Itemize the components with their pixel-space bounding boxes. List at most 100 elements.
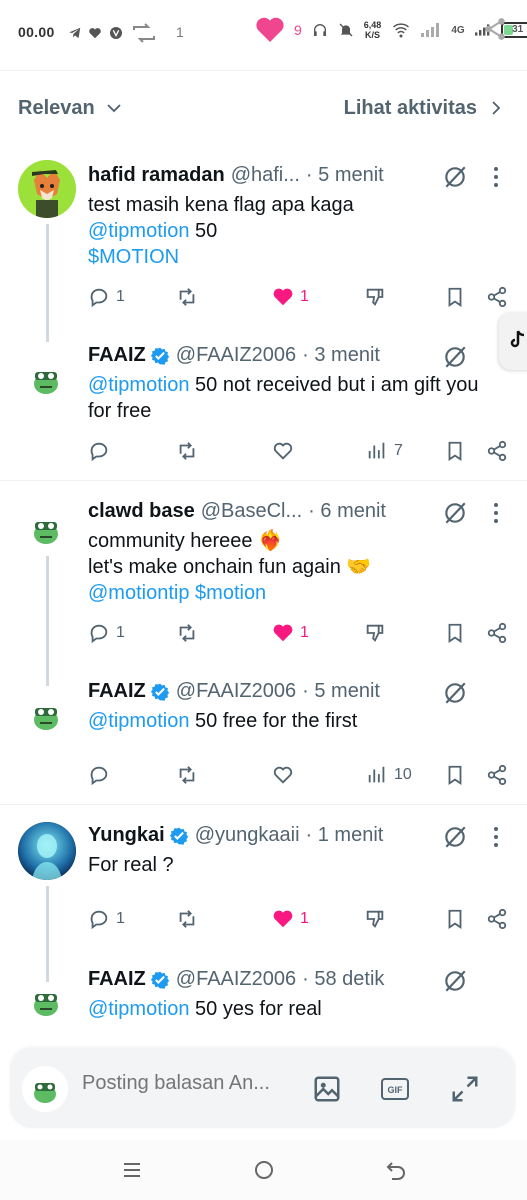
downvote-button[interactable]	[364, 286, 386, 308]
view-activity-link[interactable]: Lihat aktivitas	[344, 97, 505, 120]
avatar[interactable]	[18, 160, 76, 218]
author-name[interactable]: FAAIZ	[88, 968, 146, 991]
tweet-parent[interactable]: Yungkai @yungkaaii · 1 menit For real ? …	[0, 808, 527, 982]
repost-button[interactable]	[176, 440, 198, 462]
like-button[interactable]	[272, 440, 294, 462]
reply-icon	[90, 442, 108, 462]
sort-bar: Relevan Lihat aktivitas	[18, 88, 505, 128]
tweet-parent[interactable]: hafid ramadan @hafi... · 5 menit test ma…	[0, 148, 527, 342]
tweet-reply[interactable]: FAAIZ @FAAIZ2006 · 58 detik @tipmotion 5…	[0, 950, 527, 1040]
tiktok-floating-button[interactable]	[499, 312, 527, 370]
image-icon[interactable]	[312, 1074, 342, 1104]
pepe-avatar-icon[interactable]	[26, 980, 66, 1020]
analytics-icon	[368, 766, 385, 783]
views-button[interactable]: 10	[366, 764, 412, 786]
bookmark-button[interactable]	[444, 440, 466, 462]
mention-link[interactable]: @tipmotion	[88, 710, 189, 732]
more-icon[interactable]	[490, 166, 502, 188]
repost-button[interactable]	[176, 286, 198, 308]
tweet-parent[interactable]: clawd base @BaseCl... · 6 menit communit…	[0, 484, 527, 686]
tweet-time[interactable]: · 58 detik	[302, 968, 384, 991]
bookmark-button[interactable]	[444, 764, 466, 786]
reply-count: 1	[116, 288, 125, 305]
pepe-avatar-icon[interactable]	[26, 694, 66, 734]
pepe-avatar-icon[interactable]	[26, 508, 66, 548]
reply-button[interactable]	[88, 440, 110, 462]
reply-composer[interactable]: GIF	[10, 1048, 515, 1128]
tweet-time[interactable]: · 1 menit	[306, 824, 384, 847]
gif-icon[interactable]: GIF	[380, 1074, 410, 1104]
like-button[interactable]	[272, 764, 294, 786]
grok-icon[interactable]	[442, 164, 468, 190]
tweet-reply[interactable]: FAAIZ @FAAIZ2006 · 3 menit @tipmotion 50…	[0, 328, 527, 480]
author-name[interactable]: FAAIZ	[88, 344, 146, 367]
author-handle: @FAAIZ2006	[175, 968, 297, 990]
reply-button[interactable]: 1	[88, 286, 125, 308]
reply-input[interactable]	[82, 1072, 302, 1095]
grok-icon[interactable]	[442, 680, 468, 706]
share-button[interactable]	[486, 440, 508, 462]
share-button[interactable]	[486, 908, 508, 930]
grok-icon[interactable]	[442, 968, 468, 994]
author-name[interactable]: Yungkai	[88, 824, 165, 847]
expand-icon[interactable]	[450, 1074, 480, 1104]
reply-button[interactable]: 1	[88, 908, 125, 930]
bookmark-button[interactable]	[444, 622, 466, 644]
grok-icon[interactable]	[442, 500, 468, 526]
author-handle: @hafi...	[230, 164, 300, 186]
signal-icon	[421, 23, 440, 37]
share-button[interactable]	[486, 764, 508, 786]
tweet-text: @tipmotion 50 free for the first	[88, 710, 358, 732]
bookmark-button[interactable]	[444, 286, 466, 308]
like-button[interactable]: 1	[272, 286, 309, 308]
telegram-icon	[69, 27, 81, 39]
bookmark-button[interactable]	[444, 908, 466, 930]
views-button[interactable]: 7	[366, 440, 403, 462]
reply-button[interactable]	[88, 764, 110, 786]
author-name[interactable]: hafid ramadan	[88, 164, 225, 187]
like-button[interactable]: 1	[272, 908, 309, 930]
grok-icon[interactable]	[442, 344, 468, 370]
mention-link[interactable]: @tipmotion	[88, 220, 189, 242]
recents-icon[interactable]	[120, 1158, 144, 1182]
fox-avatar-icon	[18, 160, 76, 218]
author-name[interactable]: FAAIZ	[88, 680, 146, 703]
tweet-actions: 1 1	[88, 622, 508, 648]
like-button[interactable]: 1	[272, 622, 309, 644]
sort-dropdown[interactable]: Relevan	[18, 97, 123, 120]
grok-icon[interactable]	[442, 824, 468, 850]
more-icon[interactable]	[490, 826, 502, 848]
tweet-reply[interactable]: FAAIZ @FAAIZ2006 · 5 menit @tipmotion 50…	[0, 664, 527, 804]
yungkai-avatar-icon	[18, 822, 76, 880]
tweet-time[interactable]: · 6 menit	[308, 500, 386, 523]
tweet-time[interactable]: · 3 menit	[302, 344, 380, 367]
mention-link[interactable]: @tipmotion	[88, 998, 189, 1020]
cashtag-link[interactable]: $MOTION	[88, 244, 497, 270]
repost-button[interactable]	[176, 764, 198, 786]
verified-badge-icon	[150, 347, 169, 365]
downvote-button[interactable]	[364, 908, 386, 930]
share-button[interactable]	[486, 622, 508, 644]
tweet-time[interactable]: · 5 menit	[302, 680, 380, 703]
repost-button[interactable]	[176, 622, 198, 644]
status-notif-count: 1	[176, 24, 184, 40]
reply-icon	[90, 288, 108, 308]
home-icon[interactable]	[252, 1158, 276, 1182]
cashtag-link[interactable]: $motion	[195, 582, 266, 604]
mention-link[interactable]: @tipmotion	[88, 374, 189, 396]
back-icon[interactable]	[384, 1158, 408, 1182]
more-icon[interactable]	[490, 502, 502, 524]
reply-icon	[90, 624, 108, 644]
vpn-icon	[110, 27, 122, 39]
pepe-avatar-icon[interactable]	[26, 358, 66, 398]
downvote-button[interactable]	[364, 622, 386, 644]
tweet-time[interactable]: · 5 menit	[306, 164, 384, 187]
repost-button[interactable]	[176, 908, 198, 930]
status-alarm-count: 9	[294, 22, 302, 38]
author-name[interactable]: clawd base	[88, 500, 195, 523]
system-nav-bar	[0, 1140, 527, 1200]
reply-button[interactable]: 1	[88, 622, 125, 644]
share-button[interactable]	[486, 286, 508, 308]
mention-link[interactable]: @motiontip	[88, 582, 189, 604]
avatar[interactable]	[18, 822, 76, 880]
